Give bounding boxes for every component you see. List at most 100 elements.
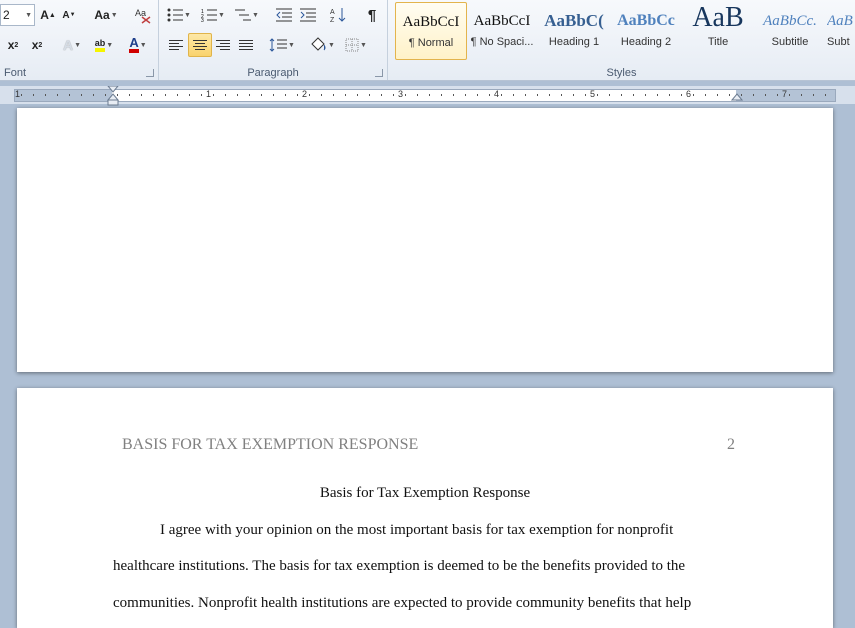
ruler-tick	[801, 94, 802, 96]
chevron-down-icon: ▼	[328, 41, 335, 49]
bullets-button[interactable]: ▼	[165, 4, 193, 26]
style-preview: AaB	[692, 2, 744, 33]
style-subtitle[interactable]: AaBbCc. Subtitle	[755, 2, 825, 58]
ruler-tick	[297, 94, 298, 96]
svg-text:Z: Z	[330, 17, 335, 23]
superscript-button[interactable]: x2	[26, 34, 48, 56]
font-size-box[interactable]: 2 ▼	[0, 4, 35, 26]
ruler-number: 3	[398, 89, 404, 99]
chevron-down-icon: ▼	[25, 11, 32, 19]
ruler-tick	[681, 94, 682, 96]
clear-formatting-icon: Aa	[135, 8, 151, 24]
ruler-tick	[333, 94, 334, 96]
highlighter-icon: ab	[94, 38, 106, 52]
chevron-down-icon: ▼	[110, 11, 118, 19]
style-name: Subt	[827, 36, 850, 48]
ruler-tick	[585, 94, 586, 96]
align-left-button[interactable]	[165, 34, 187, 56]
chevron-down-icon: ▼	[360, 41, 367, 49]
borders-button[interactable]: ▼	[341, 34, 371, 56]
ruler-tick	[201, 94, 202, 96]
grow-font-button[interactable]: A ▲	[38, 4, 58, 26]
horizontal-ruler[interactable]: 1 1 2 3 4 5 6 7	[0, 86, 855, 106]
right-indent-marker-icon[interactable]	[731, 89, 743, 101]
show-hide-marks-button[interactable]: ¶	[361, 4, 383, 26]
style-no-spacing[interactable]: AaBbCcI ¶ No Spaci...	[467, 2, 537, 58]
ruler-tick	[465, 94, 466, 96]
align-right-button[interactable]	[212, 34, 234, 56]
page-2[interactable]: BASIS FOR TAX EXEMPTION RESPONSE 2 Basis…	[17, 388, 833, 628]
increase-indent-button[interactable]	[297, 4, 319, 26]
ruler-tick	[453, 94, 454, 96]
clear-formatting-button[interactable]: Aa	[132, 4, 154, 26]
ruler-tick	[513, 94, 514, 96]
change-case-button[interactable]: Aa ▼	[92, 4, 120, 26]
chevron-down-icon: ▼	[184, 11, 191, 19]
style-preview: AaBbCc.	[763, 13, 817, 29]
font-dialog-launcher[interactable]	[146, 69, 154, 77]
ruler-tick	[549, 94, 550, 96]
ruler-number: 4	[494, 89, 500, 99]
body-line: I agree with your opinion on the most im…	[160, 522, 674, 538]
text-effects-button[interactable]: A ▼	[58, 34, 86, 56]
style-normal[interactable]: AaBbCcI ¶ Normal	[395, 2, 467, 60]
ruler-tick	[21, 94, 22, 96]
ruler-tick	[669, 94, 670, 96]
ruler-tick	[825, 94, 826, 96]
ruler-number: 1	[206, 89, 212, 99]
ruler-tick	[105, 94, 106, 96]
body-line: communities. Nonprofit health institutio…	[113, 595, 692, 611]
style-heading-2[interactable]: AaBbCc Heading 2	[611, 2, 681, 58]
style-preview: AaBbC(	[544, 11, 604, 30]
ruler-left-margin	[15, 90, 112, 101]
justify-icon	[239, 40, 253, 50]
pilcrow-icon: ¶	[367, 6, 377, 24]
paragraph-group-label: Paragraph	[247, 67, 299, 79]
font-color-button[interactable]: A ▼	[122, 34, 154, 56]
svg-text:A: A	[330, 9, 335, 16]
ruler-tick	[537, 94, 538, 96]
indent-marker-icon[interactable]	[107, 86, 119, 106]
chevron-down-icon: ▼	[139, 41, 147, 49]
highlight-button[interactable]: ab ▼	[88, 34, 120, 56]
line-spacing-icon	[269, 38, 288, 52]
sort-button[interactable]: AZ	[327, 4, 349, 26]
style-heading-1[interactable]: AaBbC( Heading 1	[539, 2, 609, 58]
ruler-tick	[321, 94, 322, 96]
line-spacing-button[interactable]: ▼	[267, 34, 297, 56]
shading-button[interactable]: ▼	[307, 34, 337, 56]
font-color-icon: A	[129, 36, 139, 53]
ruler-tick	[381, 94, 382, 96]
numbering-button[interactable]: 1 2 3 ▼	[199, 4, 227, 26]
ruler-tick	[597, 94, 598, 96]
multilevel-list-button[interactable]: ▼	[233, 4, 261, 26]
body-line: healthcare institutions. The basis for t…	[113, 558, 686, 574]
style-name: Title	[707, 36, 729, 48]
ruler-tick	[237, 94, 238, 96]
ruler-tick	[93, 94, 94, 96]
styles-group: AaBbCcI ¶ Normal AaBbCcI ¶ No Spaci... A…	[388, 0, 855, 80]
ruler-tick	[561, 94, 562, 96]
ruler-tick	[393, 94, 394, 96]
running-header: BASIS FOR TAX EXEMPTION RESPONSE	[122, 436, 419, 453]
align-center-button[interactable]	[188, 33, 212, 57]
decrease-indent-button[interactable]	[273, 4, 295, 26]
subscript-button[interactable]: x2	[2, 34, 24, 56]
decrease-indent-icon	[276, 8, 292, 22]
ruler-tick	[177, 94, 178, 96]
ruler-tick	[69, 94, 70, 96]
ruler-number: 7	[782, 89, 788, 99]
font-size-value: 2	[3, 8, 10, 22]
page-1[interactable]	[17, 108, 833, 372]
style-title[interactable]: AaB Title	[683, 2, 753, 58]
style-subtle-emphasis[interactable]: AaB Subt	[827, 2, 855, 58]
align-left-icon	[169, 40, 183, 50]
ruler-tick	[573, 94, 574, 96]
ruler-tick	[477, 94, 478, 96]
shrink-font-button[interactable]: A ▼	[60, 4, 78, 26]
styles-group-label: Styles	[606, 67, 637, 79]
paragraph-dialog-launcher[interactable]	[375, 69, 383, 77]
justify-button[interactable]	[235, 34, 257, 56]
ruler-tick	[621, 94, 622, 96]
ruler-tick	[441, 94, 442, 96]
